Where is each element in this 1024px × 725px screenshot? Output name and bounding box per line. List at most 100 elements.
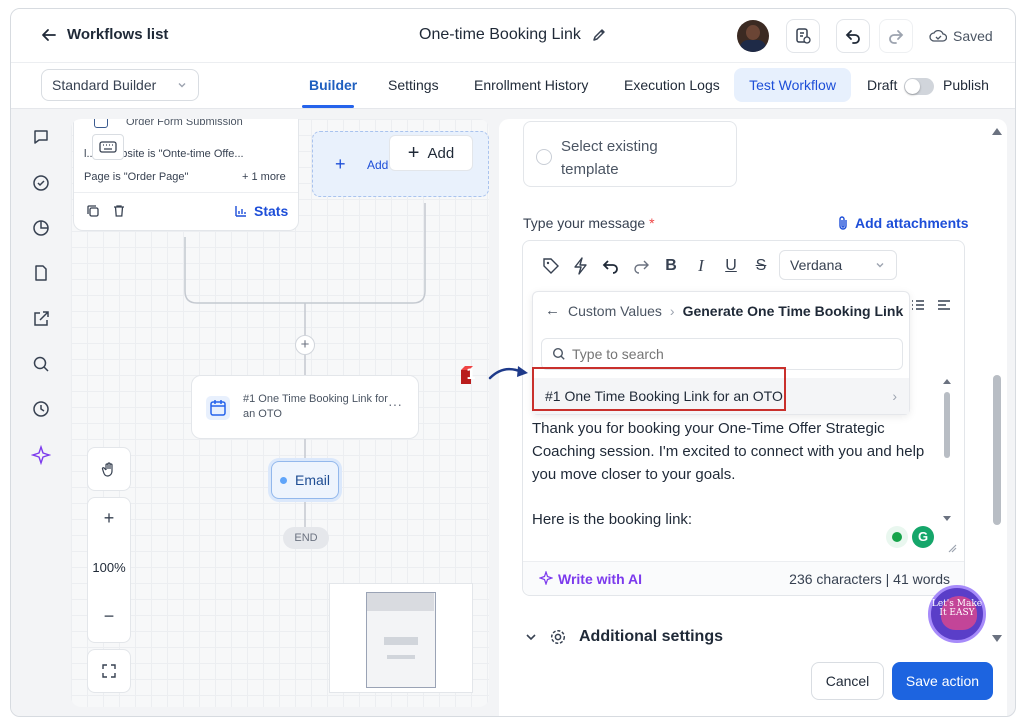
workflow-canvas[interactable]: Order Form Submission l...ol/website is … xyxy=(71,119,489,707)
more-options-icon[interactable]: ··· xyxy=(388,396,402,412)
document-icon[interactable] xyxy=(31,263,51,283)
more-filters-link[interactable]: + 1 more xyxy=(242,171,286,183)
grammarly-widget[interactable]: G xyxy=(886,526,936,552)
bold-button[interactable]: B xyxy=(656,257,686,275)
back-to-workflows-link[interactable]: Workflows list xyxy=(41,26,168,43)
keyboard-icon xyxy=(92,134,124,160)
list-icon[interactable] xyxy=(911,299,925,311)
trigger-title: Order Form Submission xyxy=(126,119,243,128)
trigger-card[interactable]: Order Form Submission l...ol/website is … xyxy=(73,119,299,231)
booking-link-action-node[interactable]: #1 One Time Booking Link for an OTO ··· xyxy=(191,375,419,439)
lightning-icon[interactable] xyxy=(566,257,596,275)
save-status: Saved xyxy=(929,28,993,44)
chevron-right-icon: › xyxy=(669,302,675,319)
additional-settings-toggle[interactable]: Additional settings xyxy=(525,628,723,646)
email-node-label: Email xyxy=(294,472,330,488)
tag-icon[interactable] xyxy=(536,257,566,275)
sparkle-icon xyxy=(539,571,553,585)
trash-icon[interactable] xyxy=(112,204,126,218)
message-label: Type your message * xyxy=(523,215,655,231)
chevron-right-icon: › xyxy=(892,388,897,404)
paperclip-icon xyxy=(839,216,847,230)
trigger-filter-2: Page is "Order Page" xyxy=(84,171,189,183)
add-trigger-label: Add xyxy=(367,158,389,172)
form-icon xyxy=(94,119,108,128)
publish-toggle[interactable] xyxy=(904,78,934,95)
editor-scrollbar[interactable] xyxy=(942,376,952,526)
top-bar: Workflows list One-time Booking Link Sav… xyxy=(11,9,1015,63)
undo-button[interactable] xyxy=(836,19,870,53)
test-workflow-button[interactable]: Test Workflow xyxy=(734,68,851,102)
zoom-out-button[interactable]: − xyxy=(88,606,130,627)
calendar-icon xyxy=(206,396,230,420)
search-icon[interactable] xyxy=(31,354,51,374)
bar-chart-icon xyxy=(235,206,246,217)
workflow-title[interactable]: One-time Booking Link xyxy=(419,26,607,44)
underline-button[interactable]: U xyxy=(716,257,746,275)
user-avatar[interactable] xyxy=(737,20,769,52)
align-left-icon[interactable] xyxy=(937,299,951,311)
redo-button[interactable] xyxy=(879,19,913,53)
editor-footer: Write with AI 236 characters | 41 words xyxy=(523,561,964,595)
document-clock-icon xyxy=(796,28,811,44)
step-number: 1 xyxy=(466,367,476,383)
cancel-button[interactable]: Cancel xyxy=(811,662,884,700)
redo-icon[interactable] xyxy=(626,257,656,275)
app-window: Workflows list One-time Booking Link Sav… xyxy=(10,8,1016,717)
strikethrough-button[interactable]: S xyxy=(746,257,776,275)
write-ai-label: Write with AI xyxy=(558,571,642,587)
save-action-button[interactable]: Save action xyxy=(892,662,993,700)
minimap[interactable] xyxy=(329,583,473,693)
message-body[interactable]: Thank you for booking your One-Time Offe… xyxy=(532,417,936,553)
italic-button[interactable]: I xyxy=(686,256,716,276)
lightbulb-icon[interactable] xyxy=(886,526,908,548)
write-with-ai-button[interactable]: Write with AI xyxy=(539,571,642,587)
stats-link[interactable]: Stats xyxy=(234,203,288,219)
chat-icon[interactable] xyxy=(31,127,51,147)
message-editor[interactable]: B I U S Verdana ← Custom Values › Genera… xyxy=(522,240,965,596)
version-history-button[interactable] xyxy=(786,19,820,53)
external-link-icon[interactable] xyxy=(31,309,51,329)
message-paragraph: Thank you for booking your One-Time Offe… xyxy=(532,420,925,483)
builder-type-select[interactable]: Standard Builder xyxy=(41,69,199,101)
message-label-text: Type your message xyxy=(523,215,646,231)
panel-scrollbar[interactable] xyxy=(991,125,1003,645)
undo-icon[interactable] xyxy=(596,257,626,275)
tab-enrollment-history[interactable]: Enrollment History xyxy=(474,77,588,93)
minimap-viewport[interactable] xyxy=(366,592,436,688)
plus-icon: + xyxy=(407,141,420,164)
template-radio[interactable] xyxy=(536,149,552,165)
tab-builder[interactable]: Builder xyxy=(309,77,357,93)
tab-execution-logs[interactable]: Execution Logs xyxy=(624,77,720,93)
font-family-select[interactable]: Verdana xyxy=(779,250,897,280)
pan-tool-button[interactable] xyxy=(87,447,131,491)
draft-label: Draft xyxy=(867,77,898,93)
zoom-controls: + 100% − xyxy=(87,497,131,643)
add-button-label: Add xyxy=(427,144,455,162)
email-node[interactable]: Email xyxy=(271,461,339,499)
pie-chart-icon[interactable] xyxy=(31,218,51,238)
search-input[interactable] xyxy=(572,346,872,362)
dropdown-breadcrumb: ← Custom Values › Generate One Time Book… xyxy=(545,302,903,319)
expand-icon xyxy=(102,664,116,678)
pencil-icon[interactable] xyxy=(591,27,607,43)
custom-values-search[interactable] xyxy=(541,338,903,370)
zoom-in-button[interactable]: + xyxy=(88,508,130,529)
select-template-option[interactable]: Select existing template xyxy=(523,121,737,187)
breadcrumb-parent[interactable]: Custom Values xyxy=(568,303,662,319)
resize-handle-icon[interactable] xyxy=(947,543,957,553)
sparkle-icon[interactable] xyxy=(31,445,51,465)
add-attachments-link[interactable]: Add attachments xyxy=(837,215,969,231)
check-circle-icon[interactable] xyxy=(31,173,51,193)
history-icon[interactable] xyxy=(31,399,51,419)
copy-icon[interactable] xyxy=(86,204,100,218)
grammarly-icon[interactable]: G xyxy=(912,526,934,548)
tab-settings[interactable]: Settings xyxy=(388,77,439,93)
chevron-down-icon xyxy=(526,634,536,641)
add-step-plus-button[interactable]: + xyxy=(295,335,315,355)
custom-value-item[interactable]: #1 One Time Booking Link for an OTO › xyxy=(533,378,909,414)
gear-icon xyxy=(550,629,566,645)
fit-view-button[interactable] xyxy=(87,649,131,693)
arrow-left-icon[interactable]: ← xyxy=(545,302,560,319)
add-button[interactable]: + Add xyxy=(389,135,473,171)
